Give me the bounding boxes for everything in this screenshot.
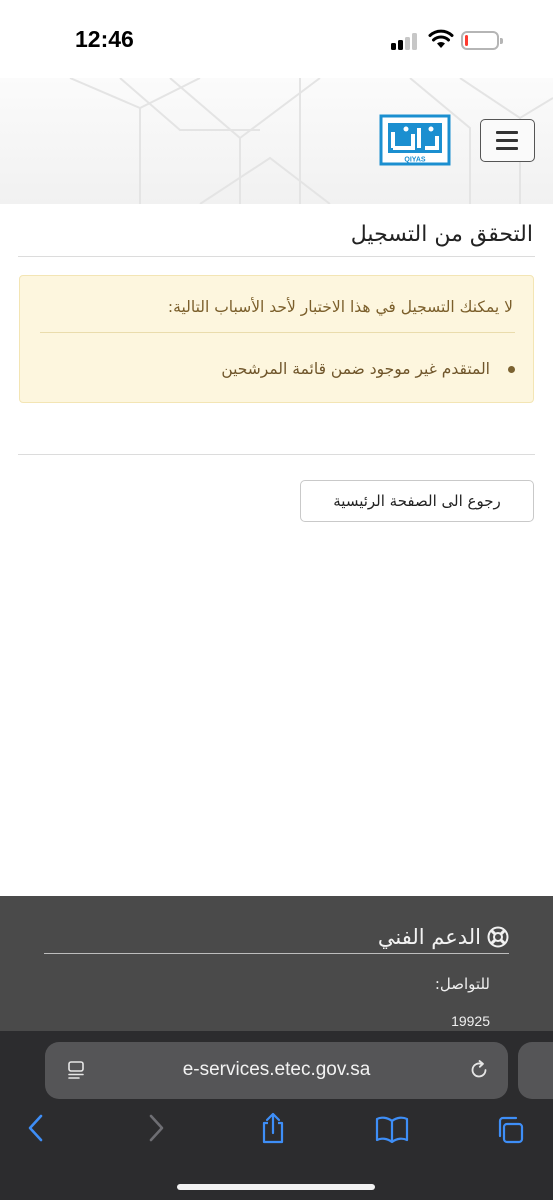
hamburger-menu-icon [496,131,518,134]
page-footer: الدعم الفني للتواصل: 19925 [0,896,553,1036]
cellular-signal-icon [391,32,421,50]
site-header: QIYAS [0,78,553,204]
bullet-icon [508,366,515,373]
bookmarks-icon[interactable] [375,1115,409,1143]
battery-level [465,35,468,46]
next-tab-preview[interactable] [518,1042,553,1099]
status-bar: 12:46 [0,0,553,78]
battery-icon [461,31,503,50]
home-indicator [177,1184,375,1190]
alert-list-item: المتقدم غير موجود ضمن قائمة المرشحين [221,360,490,378]
tabs-icon[interactable] [495,1115,525,1145]
section-divider [18,454,535,455]
wifi-icon [428,29,454,48]
alert-heading: لا يمكنك التسجيل في هذا الاختبار لأحد ال… [167,298,513,316]
url-text: e-services.etec.gov.sa [182,1059,371,1080]
support-divider [44,953,509,954]
status-time: 12:46 [75,26,134,52]
alert-divider [40,332,515,333]
address-bar[interactable]: e-services.etec.gov.sa [45,1042,508,1099]
support-title: الدعم الفني [377,925,481,949]
warning-alert: لا يمكنك التسجيل في هذا الاختبار لأحد ال… [19,275,534,403]
browser-toolbar: e-services.etec.gov.sa [0,1031,553,1200]
back-to-home-button[interactable]: رجوع الى الصفحة الرئيسية [300,480,534,522]
logo-wordmark: QIYAS [404,157,425,164]
page-title: التحقق من التسجيل [350,222,533,247]
menu-button[interactable] [480,119,535,162]
share-icon[interactable] [259,1111,287,1145]
back-icon[interactable] [26,1113,46,1143]
qiyas-logo: QIYAS [379,114,451,166]
lifebuoy-icon [487,926,509,948]
reload-icon[interactable] [468,1059,490,1081]
contact-label: للتواصل: [434,975,490,993]
title-divider [18,256,535,257]
contact-number[interactable]: 19925 [451,1013,490,1029]
support-heading: الدعم الفني [378,925,509,949]
forward-icon[interactable] [146,1113,166,1143]
header-background-pattern [69,78,553,204]
